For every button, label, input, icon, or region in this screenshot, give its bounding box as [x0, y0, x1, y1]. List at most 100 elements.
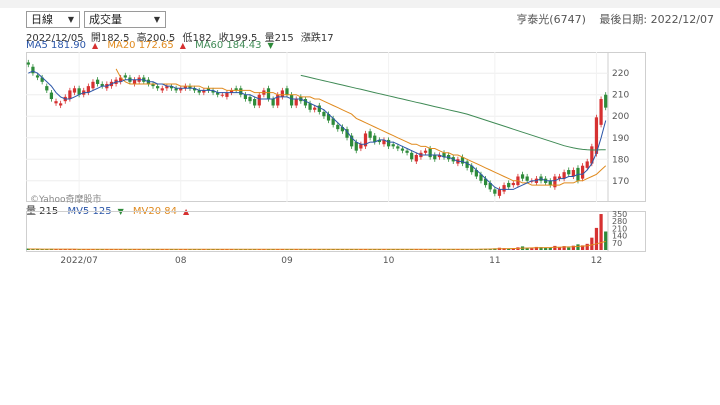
candle-body — [336, 124, 340, 130]
x-axis: 2022/07 08 09 10 11 12 — [60, 256, 602, 266]
candle-body — [294, 99, 298, 106]
ma60-label: MA60 184.43 — [195, 40, 262, 51]
volume-bar — [544, 247, 548, 250]
candle-body — [220, 94, 224, 96]
up-triangle-icon: ▲ — [92, 41, 99, 50]
candle-body — [26, 62, 30, 65]
volume-bar — [548, 247, 552, 250]
candle-body — [257, 94, 261, 106]
stock-name: 亨泰光(6747) — [516, 13, 586, 26]
candle-body — [553, 176, 557, 188]
candle-body — [322, 111, 326, 117]
indicator-select[interactable]: 成交量 ▼ — [84, 11, 166, 28]
candle-body — [414, 154, 418, 162]
candle-body — [502, 185, 506, 192]
candle-body — [368, 131, 372, 138]
candle-body — [599, 99, 603, 125]
candle-body — [68, 90, 72, 100]
candle-body — [520, 174, 525, 179]
chevron-down-icon: ▼ — [153, 15, 160, 24]
candle-body — [271, 99, 275, 106]
ma20-line — [115, 68, 607, 186]
candle-body — [386, 139, 391, 147]
candle-body — [396, 146, 400, 149]
up-triangle-icon: ▲ — [179, 41, 186, 50]
candle-body — [493, 189, 497, 194]
top-strip — [0, 0, 720, 8]
ohlc-change: 漲跌17 — [300, 33, 334, 44]
indicator-select-value: 成交量 — [89, 13, 122, 26]
candle-body — [31, 66, 35, 74]
stock-info: 亨泰光(6747) 最後日期: 2022/12/07 — [506, 11, 714, 27]
volume-bar — [576, 244, 580, 250]
volume-chart[interactable]: 35028021014070 — [26, 211, 646, 252]
candle-body — [248, 96, 252, 102]
x-tick-label: 11 — [489, 256, 500, 266]
volume-bar — [590, 237, 594, 250]
candle-body — [91, 81, 95, 89]
candle-body — [156, 86, 160, 89]
ma5-label: MA5 181.90 — [26, 40, 86, 51]
candle-body — [359, 144, 363, 149]
volume-bar — [604, 231, 608, 250]
price-tick-label: 220 — [612, 69, 629, 79]
candle-body — [123, 75, 127, 78]
candle-body — [497, 189, 502, 196]
volume-bar — [553, 245, 557, 250]
x-tick-label: 09 — [281, 256, 293, 266]
price-tick-label: 200 — [612, 112, 629, 122]
candle-body — [405, 150, 409, 153]
candle-body — [225, 92, 229, 97]
volume-tick-label: 70 — [612, 239, 622, 248]
candle-body — [45, 86, 49, 91]
candle-body — [160, 88, 164, 91]
x-tick-label: 2022/07 — [60, 256, 97, 266]
candle-body — [59, 103, 63, 106]
candle-body — [313, 107, 317, 110]
candle-body — [253, 99, 257, 106]
candle-body — [95, 79, 100, 84]
candle-body — [423, 150, 428, 153]
ma5-line — [28, 70, 607, 190]
candle-body — [428, 148, 432, 158]
x-tick-label: 12 — [591, 256, 602, 266]
x-tick-label: 10 — [383, 256, 395, 266]
volume-panel-border — [26, 211, 646, 252]
candle-body — [289, 94, 294, 106]
price-tick-label: 170 — [612, 177, 629, 187]
candle-body — [567, 170, 571, 175]
ma60-line — [300, 74, 606, 151]
candle-body — [54, 101, 58, 104]
candle-body — [410, 152, 414, 160]
candle-body — [511, 182, 515, 186]
ma20-label: MA20 172.65 — [107, 40, 174, 51]
volume-ma-line — [28, 240, 606, 250]
candle-body — [354, 142, 358, 151]
candle-body — [548, 180, 552, 186]
candle-body — [507, 182, 511, 188]
price-chart[interactable]: 220 210 200 190 180 170 — [26, 52, 646, 202]
ma-legend: MA5 181.90 ▲ MA20 172.65 ▲ MA60 184.43 ▼ — [26, 40, 280, 51]
candle-body — [433, 154, 437, 160]
candle-body — [585, 161, 589, 168]
candle-body — [239, 88, 243, 95]
candle-body — [391, 144, 395, 147]
price-tick-label: 180 — [612, 155, 629, 165]
candle-body — [525, 176, 529, 181]
volume-bar — [599, 214, 603, 250]
period-select[interactable]: 日線 ▼ — [26, 11, 80, 28]
chevron-down-icon: ▼ — [67, 15, 74, 24]
candle-body — [276, 94, 280, 106]
candle-body — [303, 99, 308, 106]
candle-body — [400, 148, 405, 151]
down-triangle-icon: ▼ — [267, 41, 274, 50]
period-select-value: 日線 — [31, 13, 53, 26]
x-tick-label: 08 — [175, 256, 187, 266]
price-tick-label: 190 — [612, 134, 629, 144]
candle-body — [285, 88, 289, 95]
volume-bar — [567, 247, 571, 250]
volume-bar — [585, 243, 589, 250]
candle-body — [317, 105, 321, 112]
volume-bar — [530, 248, 534, 250]
last-date: 最後日期: 2022/12/07 — [599, 13, 714, 26]
